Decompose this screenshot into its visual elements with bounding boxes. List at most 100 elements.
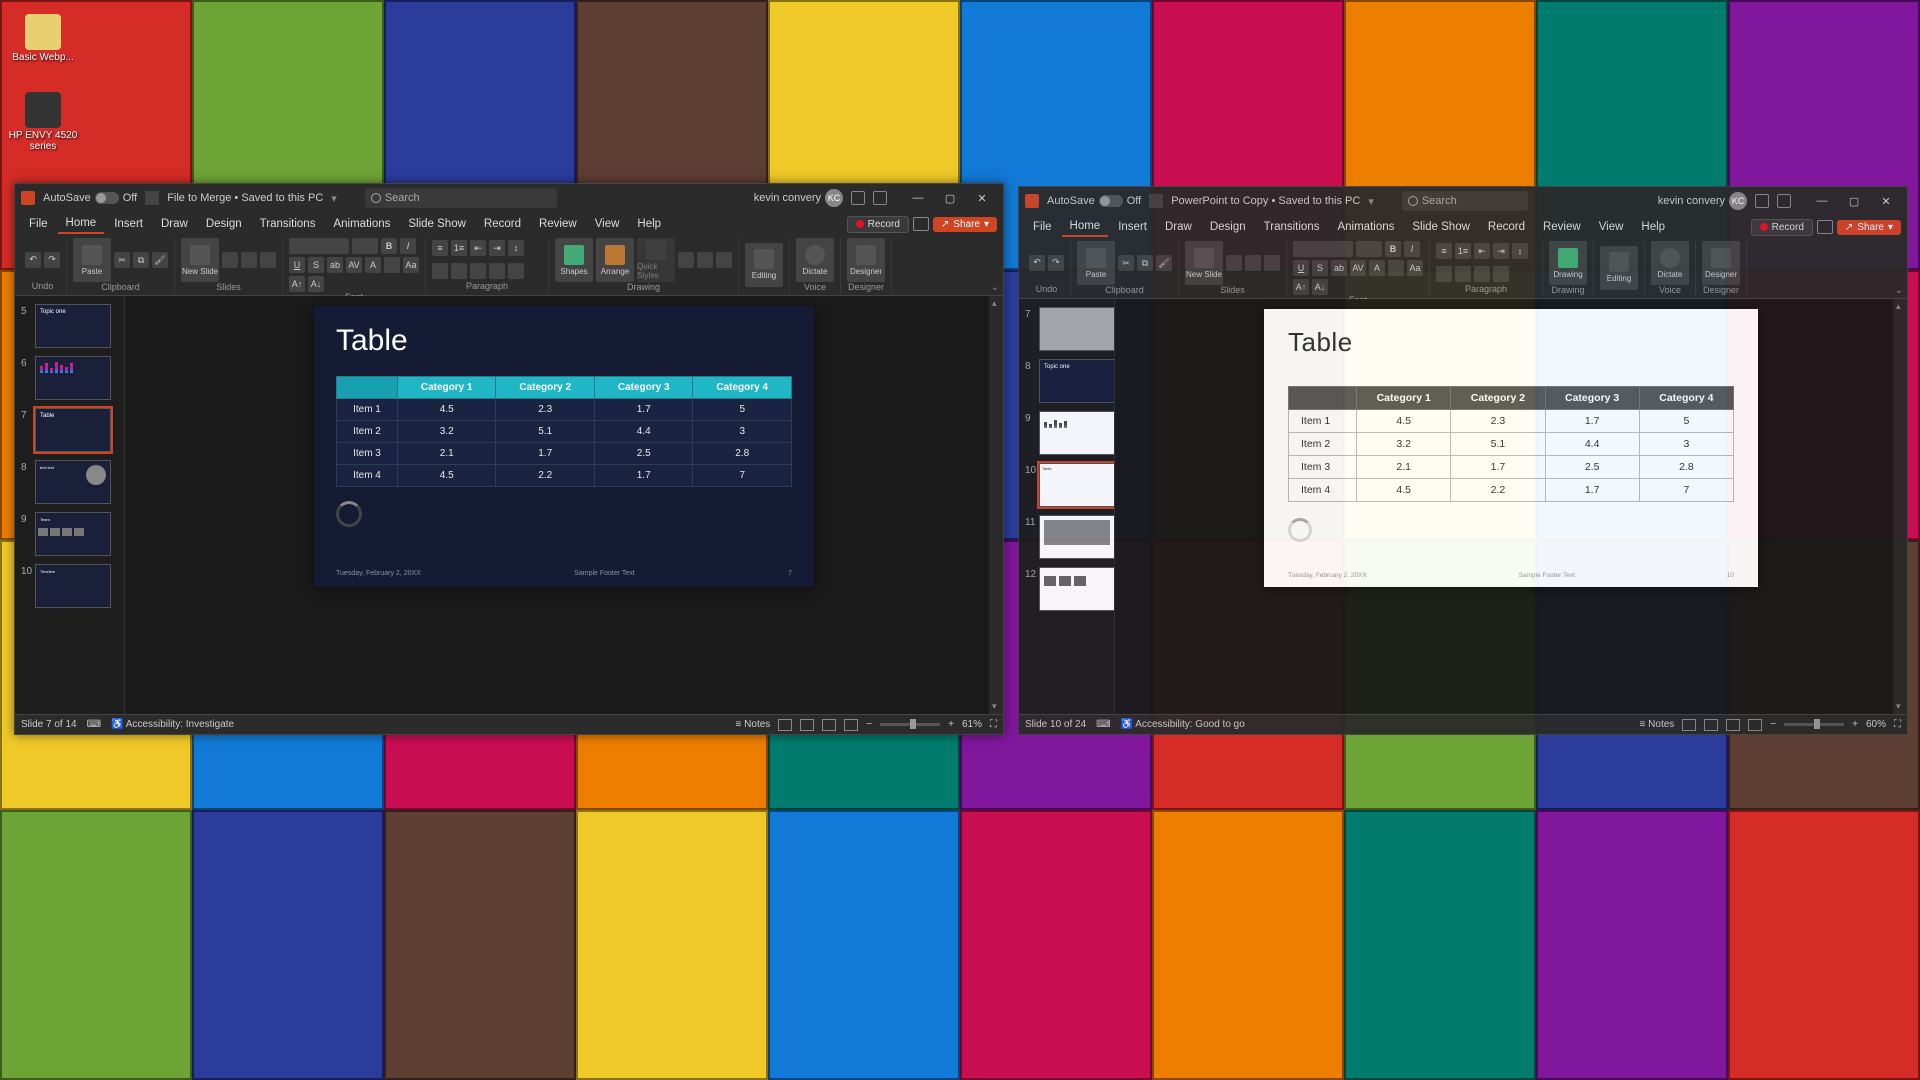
record-button[interactable]: Record	[847, 216, 909, 233]
desktop-icon-printer[interactable]: HP ENVY 4520 series	[8, 92, 78, 152]
align-left-icon[interactable]	[432, 263, 448, 279]
menu-design[interactable]: Design	[198, 215, 250, 233]
normal-view-icon[interactable]	[1682, 719, 1696, 731]
bold-icon[interactable]: B	[1385, 241, 1401, 257]
slide-thumbnails[interactable]: 5Topic one 6 7Table 8text text 9Team 10T…	[15, 296, 125, 714]
designer-button[interactable]: Designer	[847, 238, 885, 282]
indent-dec-icon[interactable]: ⇤	[470, 240, 486, 256]
new-slide-button[interactable]: New Slide	[1185, 241, 1223, 285]
menu-review[interactable]: Review	[531, 215, 585, 233]
paste-button[interactable]: Paste	[1077, 241, 1115, 285]
thumb-10[interactable]: 10Timeline	[35, 564, 118, 608]
record-button[interactable]: Record	[1751, 219, 1813, 236]
thumb-8[interactable]: 8text text	[35, 460, 118, 504]
slide-indicator[interactable]: Slide 10 of 24	[1025, 719, 1086, 730]
grow-icon[interactable]: A↑	[1293, 279, 1309, 295]
shape-outline-icon[interactable]	[697, 252, 713, 268]
line-spacing-icon[interactable]: ↕	[1512, 243, 1528, 259]
slide-title[interactable]: Table	[336, 324, 792, 358]
menu-slideshow[interactable]: Slide Show	[400, 215, 474, 233]
numbering-icon[interactable]: 1≡	[1455, 243, 1471, 259]
reset-icon[interactable]	[241, 252, 257, 268]
table-row[interactable]: Item 23.25.14.43	[337, 421, 792, 443]
slide-canvas[interactable]: Table Category 1Category 2Category 3Cate…	[1264, 309, 1758, 587]
account-button[interactable]: kevin convery KC	[754, 189, 843, 207]
language-icon[interactable]: ⌨	[1096, 719, 1110, 730]
arrange-button[interactable]: Arrange	[596, 238, 634, 282]
zoom-in-icon[interactable]: +	[1852, 719, 1858, 730]
notes-button[interactable]: ≡ Notes	[1640, 719, 1675, 730]
redo-icon[interactable]: ↷	[1048, 255, 1064, 271]
undo-icon[interactable]: ↶	[25, 252, 41, 268]
layout-icon[interactable]	[222, 252, 238, 268]
justify-icon[interactable]	[1493, 266, 1509, 282]
menu-help[interactable]: Help	[1633, 218, 1673, 236]
menu-home[interactable]: Home	[1062, 217, 1109, 237]
search-input[interactable]: Search	[1402, 191, 1528, 211]
line-spacing-icon[interactable]: ↕	[508, 240, 524, 256]
maximize-button[interactable]: ▢	[935, 188, 965, 208]
fit-icon[interactable]: ⛶	[990, 719, 997, 730]
collapse-ribbon-icon[interactable]: ⌄	[991, 282, 999, 293]
shrink-icon[interactable]: A↓	[1312, 279, 1328, 295]
shadow-icon[interactable]: ab	[327, 257, 343, 273]
table-row[interactable]: Item 14.52.31.75	[1289, 410, 1734, 433]
numbering-icon[interactable]: 1≡	[451, 240, 467, 256]
zoom-out-icon[interactable]: −	[866, 719, 872, 730]
autosave-toggle[interactable]: AutoSave Off	[43, 192, 137, 204]
slide-thumbnails[interactable]: 7 8Topic one 9 10Table 11 12	[1019, 299, 1115, 714]
thumb-11[interactable]: 11	[1039, 515, 1108, 559]
accessibility-status[interactable]: ♿ Accessibility: Investigate	[111, 719, 234, 730]
indent-inc-icon[interactable]: ⇥	[1493, 243, 1509, 259]
section-icon[interactable]	[1264, 255, 1280, 271]
indent-dec-icon[interactable]: ⇤	[1474, 243, 1490, 259]
table-row[interactable]: Item 32.11.72.52.8	[1289, 456, 1734, 479]
account-button[interactable]: kevin convery KC	[1658, 192, 1747, 210]
designer-button[interactable]: Designer	[1702, 241, 1740, 285]
close-button[interactable]: ✕	[967, 188, 997, 208]
dictate-button[interactable]: Dictate	[1651, 241, 1689, 285]
menu-animations[interactable]: Animations	[1329, 218, 1402, 236]
accessibility-status[interactable]: ♿ Accessibility: Good to go	[1121, 719, 1245, 730]
menu-review[interactable]: Review	[1535, 218, 1589, 236]
chevron-down-icon[interactable]: ▾	[331, 192, 337, 205]
highlight-icon[interactable]	[1388, 260, 1404, 276]
underline-icon[interactable]: U	[1293, 260, 1309, 276]
menu-file[interactable]: File	[21, 215, 56, 233]
reset-icon[interactable]	[1245, 255, 1261, 271]
menu-draw[interactable]: Draw	[1157, 218, 1200, 236]
autosave-toggle[interactable]: AutoSave Off	[1047, 195, 1141, 207]
justify-icon[interactable]	[489, 263, 505, 279]
slide-editor[interactable]: Table Category 1Category 2Category 3Cate…	[125, 296, 1003, 714]
table-row[interactable]: Item 44.52.21.77	[337, 465, 792, 487]
diamond-icon[interactable]	[1755, 194, 1769, 208]
table-row[interactable]: Item 32.11.72.52.8	[337, 443, 792, 465]
shape-effects-icon[interactable]	[716, 252, 732, 268]
desktop-icon-webp[interactable]: Basic Webp...	[8, 14, 78, 63]
menu-insert[interactable]: Insert	[1110, 218, 1155, 236]
document-title[interactable]: PowerPoint to Copy • Saved to this PC	[1171, 195, 1360, 207]
diamond-icon[interactable]	[851, 191, 865, 205]
minimize-button[interactable]: —	[1807, 191, 1837, 211]
thumb-9[interactable]: 9Team	[35, 512, 118, 556]
dictate-button[interactable]: Dictate	[796, 238, 834, 282]
spacing-icon[interactable]: AV	[346, 257, 362, 273]
align-right-icon[interactable]	[1474, 266, 1490, 282]
menu-transitions[interactable]: Transitions	[252, 215, 324, 233]
font-color-icon[interactable]: A	[1369, 260, 1385, 276]
slideshow-view-icon[interactable]	[844, 719, 858, 731]
save-icon[interactable]	[145, 191, 159, 205]
copy-icon[interactable]: ⧉	[1137, 255, 1153, 271]
save-icon[interactable]	[1149, 194, 1163, 208]
titlebar[interactable]: AutoSave Off File to Merge • Saved to th…	[15, 184, 1003, 212]
present-icon[interactable]	[913, 217, 929, 231]
columns-icon[interactable]	[508, 263, 524, 279]
undo-icon[interactable]: ↶	[1029, 255, 1045, 271]
chevron-down-icon[interactable]: ▾	[1368, 195, 1374, 208]
editing-button[interactable]: Editing	[745, 243, 783, 287]
menu-record[interactable]: Record	[476, 215, 529, 233]
spacing-icon[interactable]: AV	[1350, 260, 1366, 276]
align-center-icon[interactable]	[451, 263, 467, 279]
zoom-slider[interactable]	[880, 723, 940, 726]
pen-icon[interactable]	[873, 191, 887, 205]
